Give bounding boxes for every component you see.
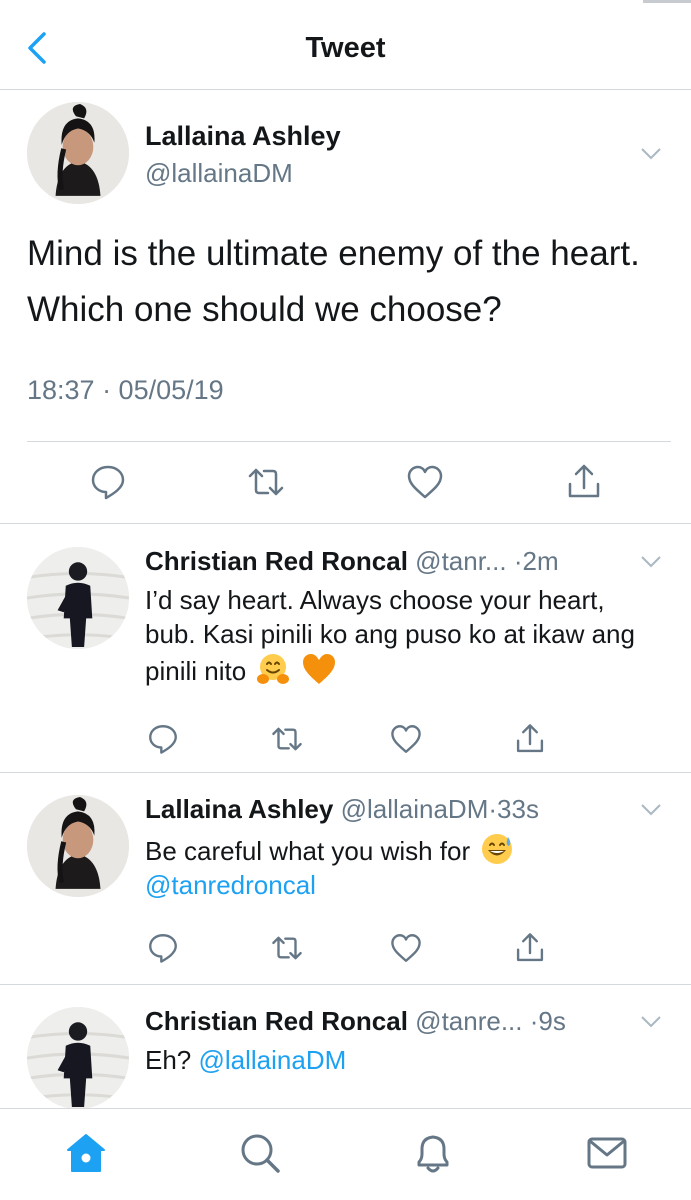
author-handle[interactable]: @tanre... [415, 1006, 522, 1036]
reply-tweet[interactable]: Lallaina Ashley @lallainaDM·33s Be caref… [0, 773, 691, 985]
author-handle[interactable]: @tanr... [415, 546, 506, 576]
reply-header: Christian Red Roncal @tanr... ·2m [145, 546, 559, 577]
retweet-icon[interactable] [270, 931, 304, 965]
home-icon[interactable] [64, 1131, 108, 1175]
like-icon[interactable] [405, 462, 445, 502]
share-icon[interactable] [513, 722, 547, 756]
notifications-icon[interactable] [411, 1131, 455, 1175]
tweet-text: Mind is the ultimate enemy of the heart.… [27, 234, 640, 329]
more-options-chevron-icon[interactable] [640, 147, 662, 161]
author-name[interactable]: Lallaina Ashley [145, 794, 333, 824]
reply-tweet[interactable]: Christian Red Roncal @tanre... ·9s Eh? @… [0, 985, 691, 1108]
more-options-chevron-icon[interactable] [640, 803, 662, 817]
share-icon[interactable] [564, 462, 604, 502]
avatar[interactable] [27, 102, 129, 204]
bottom-tab-bar [0, 1108, 691, 1200]
reply-time: ·2m [513, 546, 559, 576]
reply-time: ·9s [529, 1006, 566, 1036]
reply-header: Lallaina Ashley @lallainaDM·33s [145, 794, 539, 825]
reply-text-body: Eh? [145, 1045, 192, 1075]
reply-icon[interactable] [88, 462, 128, 502]
tweet-timestamp: 18:37 · 05/05/19 [27, 375, 224, 405]
retweet-icon[interactable] [246, 462, 286, 502]
reply-icon[interactable] [146, 722, 180, 756]
like-icon[interactable] [389, 931, 423, 965]
grinning-sweat-emoji [479, 831, 515, 867]
more-options-chevron-icon[interactable] [640, 555, 662, 569]
orange-heart-emoji [301, 651, 337, 687]
retweet-icon[interactable] [270, 722, 304, 756]
author-handle[interactable]: @lallainaDM [341, 794, 489, 824]
reply-text-body: Be careful what you wish for [145, 836, 471, 866]
mention-link[interactable]: @tanredroncal [145, 870, 316, 900]
author-handle[interactable]: @lallainaDM [145, 158, 293, 189]
reply-icon[interactable] [146, 931, 180, 965]
hugging-face-emoji [255, 651, 291, 687]
messages-icon[interactable] [585, 1131, 629, 1175]
avatar[interactable] [27, 1007, 129, 1108]
search-icon[interactable] [238, 1131, 282, 1175]
reply-header: Christian Red Roncal @tanre... ·9s [145, 1006, 566, 1037]
share-icon[interactable] [513, 931, 547, 965]
author-name[interactable]: Christian Red Roncal [145, 1006, 408, 1036]
avatar[interactable] [27, 547, 129, 649]
top-nav-bar: Tweet [0, 0, 691, 90]
reply-tweet[interactable]: Christian Red Roncal @tanr... ·2m I’d sa… [0, 525, 691, 773]
avatar[interactable] [27, 795, 129, 897]
mention-link[interactable]: @lallainaDM [199, 1045, 347, 1075]
reply-text: I’d say heart. Always choose your heart,… [145, 583, 645, 688]
reply-text: Eh? @lallainaDM [145, 1043, 645, 1077]
page-title: Tweet [305, 32, 386, 64]
reply-text-body: I’d say heart. Always choose your heart,… [145, 585, 635, 686]
author-name[interactable]: Lallaina Ashley [145, 121, 341, 152]
more-options-chevron-icon[interactable] [640, 1015, 662, 1029]
divider [27, 441, 671, 442]
reply-time: ·33s [488, 794, 539, 824]
like-icon[interactable] [389, 722, 423, 756]
reply-text: Be careful what you wish for @tanredronc… [145, 831, 645, 902]
status-bar-fragment [643, 0, 691, 3]
author-name[interactable]: Christian Red Roncal [145, 546, 408, 576]
main-tweet: Lallaina Ashley @lallainaDM Mind is the … [0, 91, 691, 524]
